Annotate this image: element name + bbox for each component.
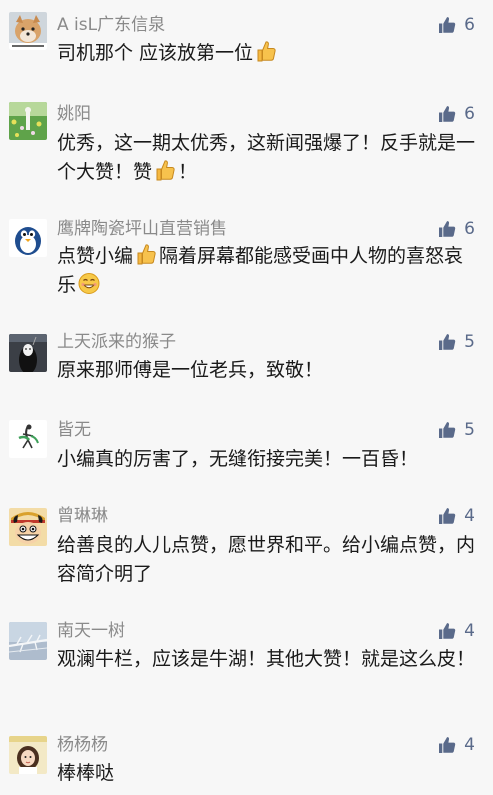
comment-text: 给善良的人儿点赞，愿世界和平。给小编点赞，内容简介明了 <box>57 534 476 585</box>
like-count: 4 <box>464 735 475 755</box>
smiley-emoji-icon <box>78 273 100 294</box>
luffy-avatar[interactable] <box>9 508 47 546</box>
frost-branch-avatar[interactable] <box>9 622 47 660</box>
comment-text: 小编真的厉害了，无缝衔接完美！一百昏！ <box>57 448 419 470</box>
commenter-name[interactable]: 南天一树 <box>57 620 125 642</box>
comment-text: 点赞小编 隔着屏幕都能感受画中人物的喜怒哀乐 <box>57 242 477 300</box>
like-button[interactable]: 4 <box>438 734 475 756</box>
like-button[interactable]: 6 <box>438 103 475 125</box>
like-button[interactable]: 6 <box>438 218 475 240</box>
comment-text: 观澜牛栏，应该是牛湖！其他大赞！就是这么皮！ <box>57 648 476 670</box>
penguin-avatar[interactable] <box>9 219 47 257</box>
like-button[interactable]: 4 <box>438 620 475 642</box>
no-face-avatar[interactable] <box>9 334 47 372</box>
like-count: 6 <box>464 104 475 124</box>
commenter-name[interactable]: 姚阳 <box>57 103 91 125</box>
comment-text: 司机那个 应该放第一位 <box>57 39 477 68</box>
thumbs-up-icon <box>439 17 456 33</box>
thumbs-up-icon <box>439 623 456 639</box>
like-count: 6 <box>464 15 475 35</box>
comment-text: 优秀，这一期太优秀，这新闻强爆了！反手就是一个大赞！赞！ <box>57 132 476 183</box>
like-button[interactable]: 5 <box>438 419 475 441</box>
thumbs-up-icon <box>439 737 456 753</box>
girl-avatar[interactable] <box>9 736 47 774</box>
commenter-name[interactable]: 上天派来的猴子 <box>57 331 176 353</box>
like-count: 4 <box>464 621 475 641</box>
thumbs-up-icon <box>439 334 456 350</box>
thumbs-up-emoji-icon <box>257 41 276 62</box>
thumbs-up-icon <box>439 422 456 438</box>
like-button[interactable]: 4 <box>438 505 475 527</box>
like-count: 6 <box>464 219 475 239</box>
comment-text: 棒棒哒 <box>57 762 115 784</box>
like-count: 5 <box>464 420 475 440</box>
thumbs-up-emoji-icon <box>137 244 156 265</box>
thumbs-up-icon <box>439 508 456 524</box>
commenter-name[interactable]: 鹰牌陶瓷坪山直营销售 <box>57 218 227 240</box>
like-count: 4 <box>464 506 475 526</box>
thumbs-up-icon <box>439 221 456 237</box>
ink-figure-avatar[interactable] <box>9 420 47 458</box>
like-button[interactable]: 6 <box>438 14 475 36</box>
thumbs-up-emoji-icon <box>156 160 175 181</box>
flower-field-avatar[interactable] <box>9 102 47 140</box>
comment-text: 原来那师傅是一位老兵，致敬！ <box>57 359 324 381</box>
commenter-name[interactable]: 皆无 <box>57 419 91 441</box>
like-count: 5 <box>464 332 475 352</box>
thumbs-up-icon <box>439 106 456 122</box>
commenter-name[interactable]: 曾琳琳 <box>57 505 108 527</box>
commenter-name[interactable]: A isL广东信泉 <box>57 14 165 36</box>
commenter-name[interactable]: 杨杨杨 <box>57 734 108 756</box>
dog-avatar[interactable] <box>9 12 47 50</box>
like-button[interactable]: 5 <box>438 331 475 353</box>
